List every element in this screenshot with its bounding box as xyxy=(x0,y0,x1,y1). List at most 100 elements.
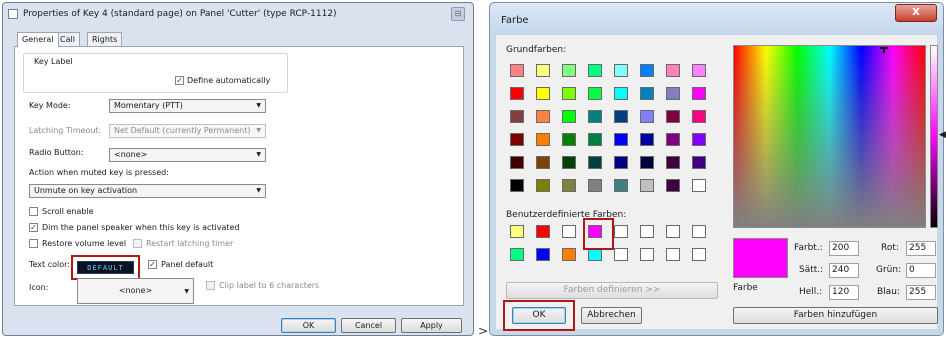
basic-color-swatch[interactable] xyxy=(614,179,628,192)
title-bar: Properties of Key 4 (standard page) on P… xyxy=(3,3,473,25)
restore-volume-checkbox[interactable] xyxy=(29,239,38,248)
basic-color-swatch[interactable] xyxy=(536,110,550,123)
basic-color-swatch[interactable] xyxy=(536,87,550,100)
custom-color-swatch[interactable] xyxy=(510,248,524,261)
scroll-enable-checkbox[interactable] xyxy=(29,207,38,216)
basic-color-swatch[interactable] xyxy=(562,179,576,192)
color-spectrum[interactable] xyxy=(733,45,926,228)
panel-default-label: Panel default xyxy=(161,260,214,269)
custom-color-swatch[interactable] xyxy=(692,225,706,238)
basic-color-swatch[interactable] xyxy=(510,87,524,100)
basic-color-swatch[interactable] xyxy=(666,156,680,169)
basic-color-swatch[interactable] xyxy=(588,179,602,192)
basic-color-swatch[interactable] xyxy=(614,156,628,169)
custom-color-swatch[interactable] xyxy=(640,225,654,238)
basic-color-swatch[interactable] xyxy=(692,156,706,169)
basic-color-swatch[interactable] xyxy=(588,133,602,146)
basic-color-swatch[interactable] xyxy=(588,156,602,169)
green-input[interactable]: 0 xyxy=(906,263,936,278)
basic-color-swatch[interactable] xyxy=(562,87,576,100)
basic-color-swatch[interactable] xyxy=(536,156,550,169)
basic-color-swatch[interactable] xyxy=(588,64,602,77)
hue-input[interactable]: 200 xyxy=(829,241,859,256)
basic-color-swatch[interactable] xyxy=(692,110,706,123)
sat-input[interactable]: 240 xyxy=(829,263,859,278)
basic-color-swatch[interactable] xyxy=(692,133,706,146)
basic-color-swatch[interactable] xyxy=(614,87,628,100)
chevron-down-icon: ▼ xyxy=(184,288,189,295)
basic-color-swatch[interactable] xyxy=(510,156,524,169)
basic-color-swatch[interactable] xyxy=(510,179,524,192)
scroll-enable-label: Scroll enable xyxy=(42,207,94,216)
basic-color-swatch[interactable] xyxy=(640,156,654,169)
basic-color-swatch[interactable] xyxy=(666,179,680,192)
basic-color-swatch[interactable] xyxy=(666,110,680,123)
define-automatically-checkbox[interactable]: ✓ xyxy=(175,76,184,85)
red-input[interactable]: 255 xyxy=(906,241,936,256)
custom-color-swatch[interactable] xyxy=(614,248,628,261)
cancel-button[interactable]: Abbrechen xyxy=(581,307,642,324)
basic-color-swatch[interactable] xyxy=(588,110,602,123)
basic-color-swatch[interactable] xyxy=(666,64,680,77)
tab-general[interactable]: General xyxy=(17,32,59,48)
chevron-down-icon: ▼ xyxy=(256,102,261,109)
tab-rights[interactable]: Rights xyxy=(87,32,123,47)
basic-color-swatch[interactable] xyxy=(536,179,550,192)
blue-input[interactable]: 255 xyxy=(906,285,936,300)
basic-color-swatch[interactable] xyxy=(692,179,706,192)
custom-color-swatch[interactable] xyxy=(666,248,680,261)
custom-color-swatch[interactable] xyxy=(510,225,524,238)
radio-button-select[interactable]: <none> ▼ xyxy=(109,148,266,162)
custom-color-swatch[interactable] xyxy=(562,225,576,238)
basic-color-swatch[interactable] xyxy=(640,64,654,77)
close-button[interactable]: X xyxy=(895,4,937,22)
muted-action-select[interactable]: Unmute on key activation ▼ xyxy=(29,184,266,198)
basic-colors-label: Grundfarben: xyxy=(506,45,567,55)
basic-color-swatch[interactable] xyxy=(640,110,654,123)
cancel-button[interactable]: Cancel xyxy=(341,318,396,333)
preview-label: Farbe xyxy=(733,283,758,293)
panel-default-checkbox[interactable]: ✓ xyxy=(148,260,157,269)
basic-color-swatch[interactable] xyxy=(562,156,576,169)
basic-color-swatch[interactable] xyxy=(588,87,602,100)
custom-color-swatch[interactable] xyxy=(640,248,654,261)
chevron-down-icon: ▼ xyxy=(256,127,261,134)
basic-color-swatch[interactable] xyxy=(536,64,550,77)
basic-color-swatch[interactable] xyxy=(614,133,628,146)
define-colors-button: Farben definieren >> xyxy=(506,282,718,299)
basic-color-swatch[interactable] xyxy=(666,133,680,146)
basic-color-swatch[interactable] xyxy=(510,64,524,77)
basic-color-swatch[interactable] xyxy=(510,133,524,146)
basic-color-swatch[interactable] xyxy=(666,87,680,100)
luminance-arrow-icon[interactable]: ◀ xyxy=(939,130,946,140)
custom-color-swatch[interactable] xyxy=(614,225,628,238)
basic-color-swatch[interactable] xyxy=(640,87,654,100)
custom-color-swatch[interactable] xyxy=(536,225,550,238)
key-mode-select[interactable]: Momentary (PTT) ▼ xyxy=(109,99,266,113)
custom-color-swatch[interactable] xyxy=(562,248,576,261)
add-colors-button[interactable]: Farben hinzufügen xyxy=(733,307,938,324)
ok-button[interactable]: OK xyxy=(281,318,336,333)
basic-color-swatch[interactable] xyxy=(692,64,706,77)
basic-color-swatch[interactable] xyxy=(692,87,706,100)
basic-color-swatch[interactable] xyxy=(614,110,628,123)
basic-color-swatch[interactable] xyxy=(510,110,524,123)
tab-call[interactable]: Call xyxy=(55,32,80,47)
custom-color-swatch[interactable] xyxy=(692,248,706,261)
basic-color-swatch[interactable] xyxy=(562,110,576,123)
basic-color-swatch[interactable] xyxy=(562,64,576,77)
basic-color-swatch[interactable] xyxy=(640,179,654,192)
luminance-slider[interactable] xyxy=(930,45,938,228)
icon-select[interactable]: <none> ▼ xyxy=(77,278,194,304)
lum-input[interactable]: 120 xyxy=(829,285,859,300)
hue-label: Farbt.: xyxy=(794,243,823,253)
dim-speaker-checkbox[interactable]: ✓ xyxy=(29,223,38,232)
basic-color-swatch[interactable] xyxy=(640,133,654,146)
basic-color-swatch[interactable] xyxy=(614,64,628,77)
basic-color-swatch[interactable] xyxy=(562,133,576,146)
custom-color-swatch[interactable] xyxy=(666,225,680,238)
apply-button[interactable]: Apply xyxy=(401,318,462,333)
custom-color-swatch[interactable] xyxy=(536,248,550,261)
close-button[interactable]: ⊟ xyxy=(451,7,465,21)
basic-color-swatch[interactable] xyxy=(536,133,550,146)
